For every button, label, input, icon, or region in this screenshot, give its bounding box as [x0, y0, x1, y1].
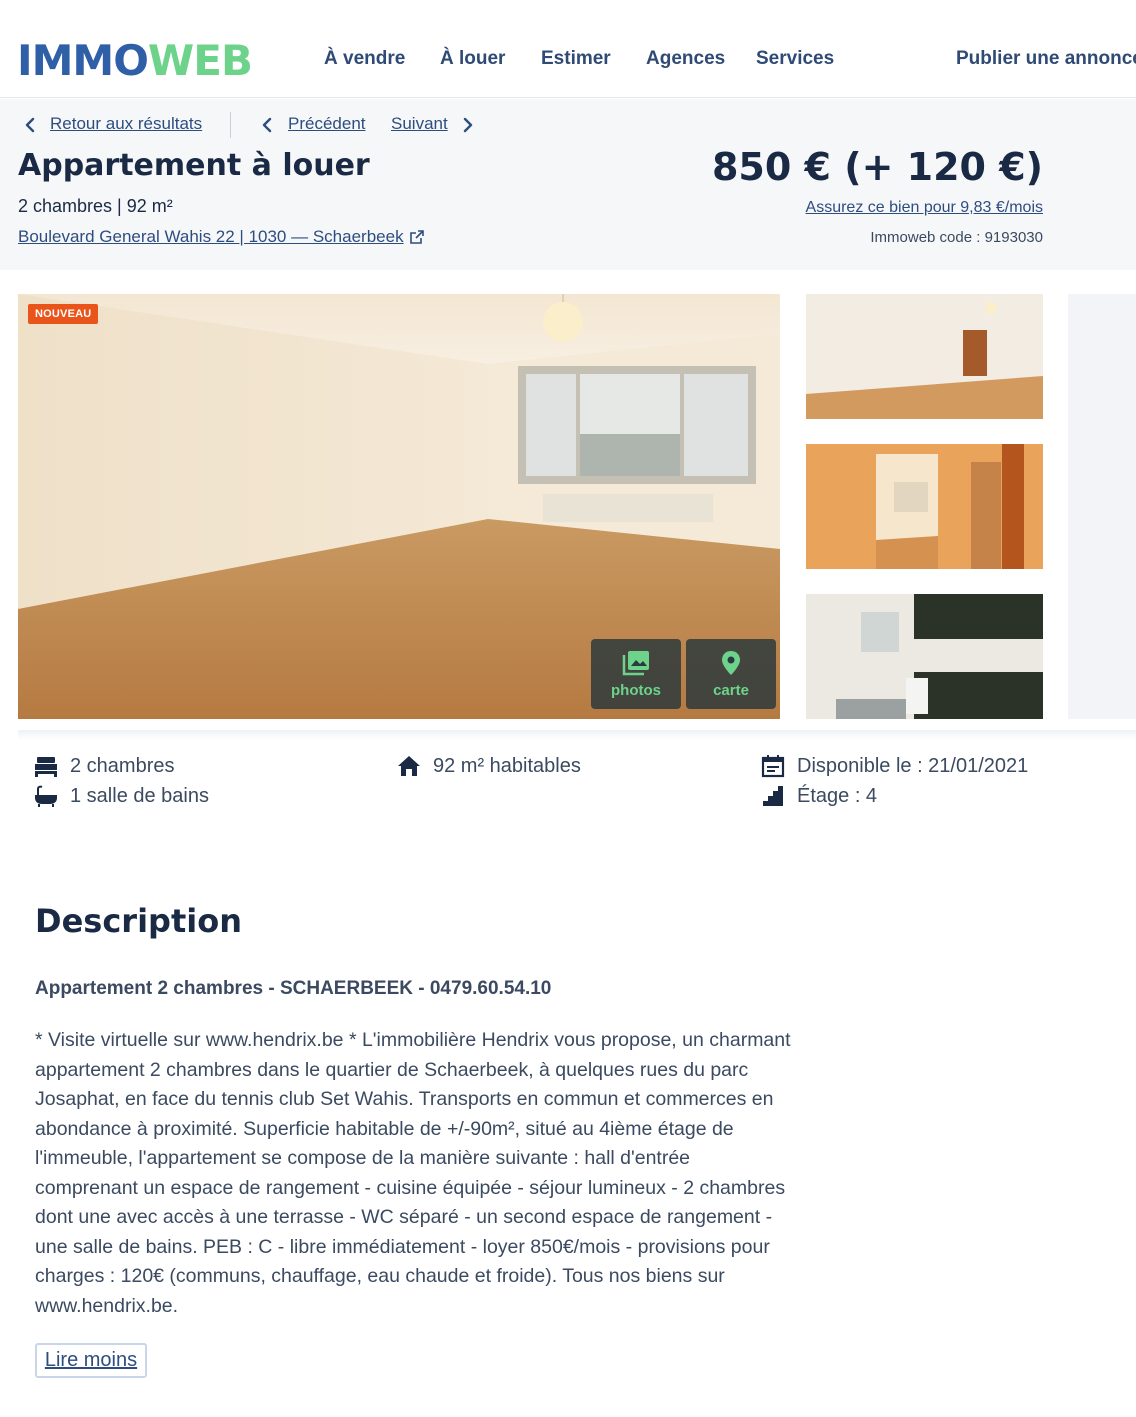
new-badge: NOUVEAU	[28, 304, 99, 324]
description-body: * Visite virtuelle sur www.hendrix.be * …	[35, 1029, 791, 1317]
stairs-icon	[763, 786, 783, 806]
feature-bathrooms: 1 salle de bains	[34, 784, 209, 808]
feature-available: Disponible le : 21/01/2021	[761, 754, 1028, 778]
thumbnail-1-image	[806, 294, 1043, 419]
map-button[interactable]: carte	[686, 639, 776, 709]
photos-button[interactable]: photos	[591, 639, 681, 709]
listing-subtitle: 2 chambres | 92 m²	[18, 196, 173, 216]
bedrooms-text: 2 chambres	[70, 754, 175, 777]
map-pin-icon	[722, 650, 740, 675]
breadcrumb: Retour aux résultats Précédent Suivant	[0, 112, 1136, 138]
thumbnail-2[interactable]	[806, 444, 1043, 569]
site-header: IMMO WEB À vendre À louer Estimer Agences…	[0, 0, 1136, 98]
feature-surface: 92 m² habitables	[397, 754, 581, 778]
nav-item-services[interactable]: Services	[756, 48, 834, 70]
read-less-button[interactable]: Lire moins	[35, 1343, 147, 1378]
next-link[interactable]: Suivant	[391, 114, 448, 134]
gallery-side-panel	[1068, 294, 1136, 719]
listing-title: Appartement à louer	[18, 148, 370, 183]
nav-item-a-vendre[interactable]: À vendre	[324, 48, 405, 70]
calendar-icon	[761, 755, 785, 778]
nav-item-agences[interactable]: Agences	[646, 48, 725, 70]
nav-item-estimer[interactable]: Estimer	[541, 48, 611, 70]
chevron-left-icon	[25, 117, 35, 133]
address-text: Boulevard General Wahis 22 | 1030 — Scha…	[18, 227, 404, 246]
bathrooms-text: 1 salle de bains	[70, 784, 209, 807]
thumbnail-2-image	[806, 444, 1043, 569]
chevron-right-icon[interactable]	[460, 116, 476, 134]
previous-link[interactable]: Précédent	[288, 114, 366, 134]
back-to-results-link[interactable]: Retour aux résultats	[50, 114, 202, 134]
description-heading: Description	[35, 902, 242, 940]
breadcrumb-divider	[230, 112, 231, 138]
publish-listing-link[interactable]: Publier une annonce	[956, 48, 1136, 70]
floor-text: Étage : 4	[797, 784, 878, 807]
features-divider	[18, 730, 1136, 740]
bed-icon	[35, 757, 57, 777]
main-photo[interactable]: NOUVEAU photos carte	[18, 294, 780, 719]
description-subheading: Appartement 2 chambres - SCHAERBEEK - 04…	[35, 978, 552, 999]
thumbnail-1[interactable]	[806, 294, 1043, 419]
map-label: carte	[713, 681, 749, 699]
chevron-left-icon[interactable]	[259, 116, 275, 134]
feature-bedrooms: 2 chambres	[34, 754, 175, 778]
address-link[interactable]: Boulevard General Wahis 22 | 1030 — Scha…	[18, 227, 424, 247]
thumbnail-3[interactable]	[806, 594, 1043, 719]
photos-label: photos	[611, 681, 661, 699]
photos-icon	[622, 650, 649, 675]
insurance-link[interactable]: Assurez ce bien pour 9,83 €/mois	[806, 199, 1043, 217]
feature-floor: Étage : 4	[761, 784, 877, 808]
listing-price: 850 € (+ 120 €)	[711, 145, 1043, 189]
thumbnail-3-image	[806, 594, 1043, 719]
surface-text: 92 m² habitables	[433, 754, 581, 777]
main-nav: À vendre À louer Estimer Agences Service…	[0, 48, 1136, 76]
nav-item-a-louer[interactable]: À louer	[440, 48, 505, 70]
bathtub-icon	[35, 785, 57, 807]
immoweb-code: Immoweb code : 9193030	[870, 229, 1043, 246]
external-link-icon	[409, 230, 424, 244]
available-text: Disponible le : 21/01/2021	[797, 754, 1029, 777]
house-icon	[398, 756, 420, 776]
